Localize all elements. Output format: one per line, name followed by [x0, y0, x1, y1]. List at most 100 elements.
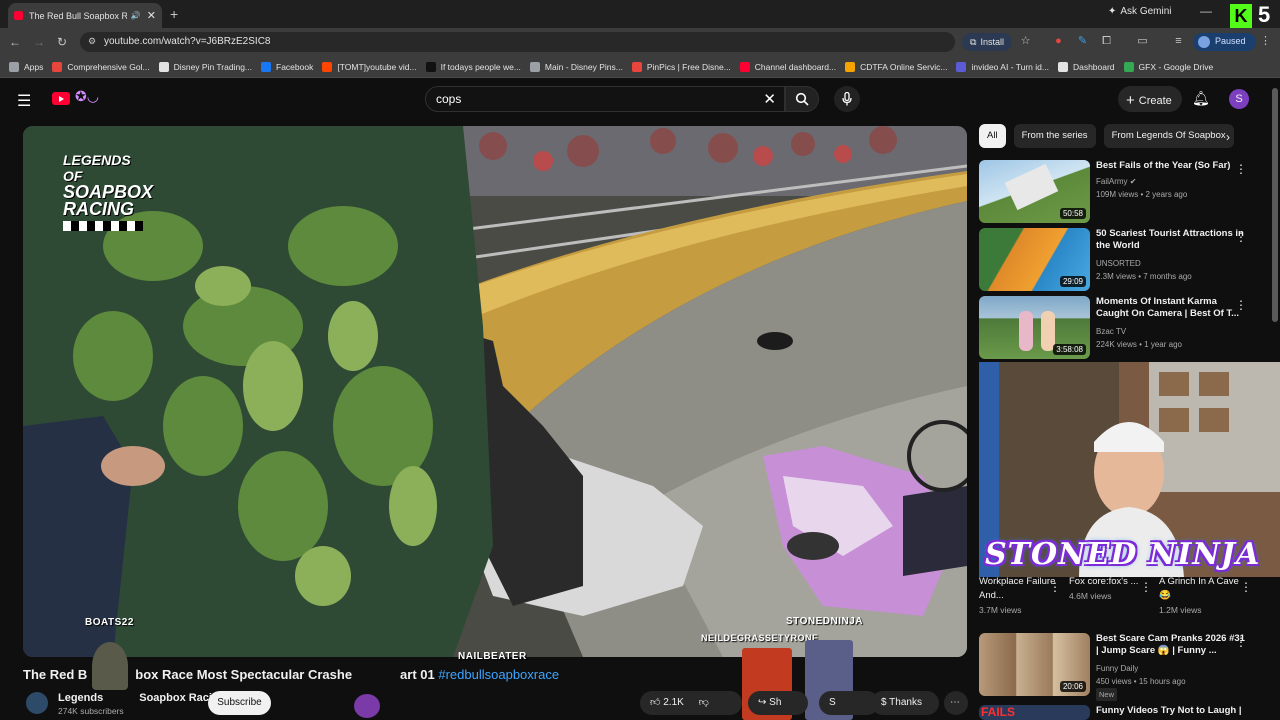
- extension-red-icon[interactable]: ●: [1052, 35, 1065, 48]
- bookmark-item[interactable]: Channel dashboard...: [739, 61, 836, 72]
- bookmark-item[interactable]: If todays people we...: [425, 61, 521, 72]
- page-scrollbar[interactable]: [1272, 88, 1278, 322]
- video-title[interactable]: Funny Videos Try Not to Laugh |: [1096, 705, 1246, 717]
- channel-avatar[interactable]: [26, 692, 48, 714]
- more-actions-button[interactable]: ⋯: [944, 691, 968, 715]
- short-item[interactable]: A Grinch In A Cave 😂 1.2M views: [1159, 575, 1239, 615]
- video-thumbnail[interactable]: 50:58: [979, 160, 1090, 223]
- like-button[interactable]: 👍︎ 2.1K: [650, 697, 684, 708]
- chip-from-channel[interactable]: From Legends Of Soapbox: [1103, 124, 1234, 148]
- youtube-logo-icon[interactable]: [52, 92, 70, 105]
- more-options-icon[interactable]: ⋮: [1240, 580, 1252, 594]
- minimize-icon[interactable]: —: [1200, 4, 1212, 18]
- bookmark-item[interactable]: Apps: [9, 61, 43, 72]
- voice-search-button[interactable]: [834, 86, 860, 112]
- back-icon[interactable]: ←: [9, 35, 21, 49]
- bookmark-item[interactable]: [TOMT]youtube vid...: [322, 61, 417, 72]
- recommendation-item[interactable]: 29:09 50 Scariest Tourist Attractions in…: [979, 228, 1269, 292]
- bookmark-item[interactable]: Facebook: [261, 61, 313, 72]
- forward-icon[interactable]: →: [33, 35, 45, 49]
- bookmark-item[interactable]: CDTFA Online Servic...: [845, 61, 947, 72]
- reload-icon[interactable]: ↻: [57, 35, 67, 49]
- channel-name[interactable]: Bzac TV: [1096, 326, 1126, 337]
- audio-icon[interactable]: 🔊: [131, 11, 141, 20]
- install-icon: ⧉: [970, 36, 977, 47]
- more-options-icon[interactable]: ⋮: [1235, 635, 1247, 649]
- dislike-button[interactable]: 👎︎: [699, 697, 709, 708]
- short-views: 3.7M views: [979, 605, 1022, 615]
- video-thumbnail[interactable]: 29:09: [979, 228, 1090, 291]
- bookmark-item[interactable]: PinPics | Free Disne...: [631, 61, 731, 72]
- chips-next-icon[interactable]: ›: [1226, 130, 1230, 144]
- thanks-button[interactable]: $ Thanks: [871, 691, 939, 715]
- bookmark-item[interactable]: Disney Pin Trading...: [158, 61, 252, 72]
- channel-name[interactable]: Funny Daily: [1096, 663, 1138, 674]
- more-options-icon[interactable]: ⋮: [1049, 580, 1061, 594]
- more-options-icon[interactable]: ⋮: [1235, 162, 1247, 176]
- site-info-icon[interactable]: ⚙: [88, 36, 96, 47]
- bookmark-favicon-icon: [739, 61, 750, 72]
- more-options-icon[interactable]: ⋮: [1140, 580, 1152, 594]
- account-avatar[interactable]: S: [1229, 89, 1249, 109]
- channel-name[interactable]: Legends Soapbox Racing: [58, 692, 225, 704]
- ask-gemini-button[interactable]: ✦ Ask Gemini: [1108, 6, 1172, 17]
- bookmark-star-icon[interactable]: ☆: [1019, 35, 1032, 48]
- extension-blue-icon[interactable]: ✎: [1076, 35, 1089, 48]
- notifications-bell-icon[interactable]: 🔔︎: [1192, 90, 1210, 107]
- address-bar[interactable]: ⚙ youtube.com/watch?v=J6BRzE2SIC8: [80, 32, 955, 52]
- new-tab-button[interactable]: +: [170, 6, 178, 22]
- short-item[interactable]: Fox core:fox's ... 4.6M views: [1069, 575, 1139, 601]
- bookmark-item[interactable]: GFX - Google Drive: [1123, 61, 1213, 72]
- channel-name[interactable]: FailArmy ✔: [1096, 176, 1137, 187]
- more-options-icon[interactable]: ⋮: [1235, 298, 1247, 312]
- bookmark-item[interactable]: Dashboard: [1057, 61, 1115, 72]
- bookmark-label: Dashboard: [1072, 61, 1115, 72]
- thumbnail-shape: [1019, 311, 1033, 351]
- video-title[interactable]: Best Fails of the Year (So Far): [1096, 160, 1246, 172]
- media-controls-icon[interactable]: ≡: [1172, 35, 1185, 48]
- video-title[interactable]: 50 Scariest Tourist Attractions in the W…: [1096, 228, 1246, 252]
- install-app-button[interactable]: ⧉ Install: [962, 33, 1012, 51]
- menu-icon[interactable]: ☰: [17, 91, 31, 111]
- bookmark-item[interactable]: invideo AI - Turn id...: [956, 61, 1049, 72]
- extensions-puzzle-icon[interactable]: ⧠: [1100, 35, 1113, 48]
- share-button[interactable]: ↪ Sh: [748, 691, 808, 715]
- profile-paused-button[interactable]: Paused: [1193, 33, 1256, 51]
- short-title[interactable]: Fox core:fox's ...: [1069, 575, 1139, 589]
- video-duration: 50:58: [1059, 208, 1086, 219]
- save-button[interactable]: S: [819, 691, 879, 715]
- subscribe-button[interactable]: Subscribe: [208, 691, 271, 715]
- recommendation-item[interactable]: FAILS Funny Videos Try Not to Laugh |: [979, 705, 1269, 720]
- recommendation-item[interactable]: 50:58 Best Fails of the Year (So Far) Fa…: [979, 160, 1269, 224]
- youtube-doodle-icon[interactable]: ✪◡: [75, 88, 99, 105]
- bookmark-label: PinPics | Free Disne...: [646, 61, 731, 72]
- browser-toolbar: ← → ↻ ⚙ youtube.com/watch?v=J6BRzE2SIC8 …: [0, 28, 1280, 56]
- close-tab-icon[interactable]: ✕: [147, 9, 156, 22]
- video-thumbnail[interactable]: 20:06: [979, 633, 1090, 696]
- chip-from-series[interactable]: From the series: [1013, 124, 1096, 148]
- browser-tab[interactable]: The Red Bull Soapbox Race 🔊 ✕: [8, 3, 162, 28]
- video-thumbnail[interactable]: FAILS: [979, 705, 1090, 720]
- bookmark-item[interactable]: Main - Disney Pins...: [529, 61, 623, 72]
- video-thumbnail[interactable]: 3:58:08: [979, 296, 1090, 359]
- bookmark-label: [TOMT]youtube vid...: [337, 61, 417, 72]
- short-title[interactable]: A Grinch In A Cave 😂: [1159, 575, 1239, 603]
- recommendation-item[interactable]: 3:58:08 Moments Of Instant Karma Caught …: [979, 296, 1269, 360]
- browser-menu-icon[interactable]: ⋮: [1259, 35, 1272, 48]
- create-button[interactable]: + Create: [1118, 86, 1182, 112]
- search-input[interactable]: cops ✕: [425, 86, 785, 112]
- chip-all[interactable]: All: [979, 124, 1006, 148]
- video-title[interactable]: Moments Of Instant Karma Caught On Camer…: [1096, 296, 1246, 320]
- bookmark-item[interactable]: Comprehensive Gol...: [52, 61, 150, 72]
- cast-icon[interactable]: ▭: [1136, 35, 1149, 48]
- recommendation-item[interactable]: 20:06 Best Scare Cam Pranks 2026 #31 | J…: [979, 633, 1269, 701]
- more-options-icon[interactable]: ⋮: [1235, 230, 1247, 244]
- bookmark-label: If todays people we...: [440, 61, 521, 72]
- bookmark-favicon-icon: [9, 61, 19, 72]
- hashtag-link[interactable]: #redbullsoapboxrace: [438, 667, 559, 682]
- search-button[interactable]: [785, 86, 819, 112]
- channel-name[interactable]: UNSORTED: [1096, 258, 1141, 269]
- clear-search-icon[interactable]: ✕: [763, 90, 776, 108]
- video-player[interactable]: LEGENDS OF SOAPBOX RACING BOATS22 STONED…: [23, 126, 967, 657]
- video-title[interactable]: Best Scare Cam Pranks 2026 #31 | Jump Sc…: [1096, 633, 1246, 657]
